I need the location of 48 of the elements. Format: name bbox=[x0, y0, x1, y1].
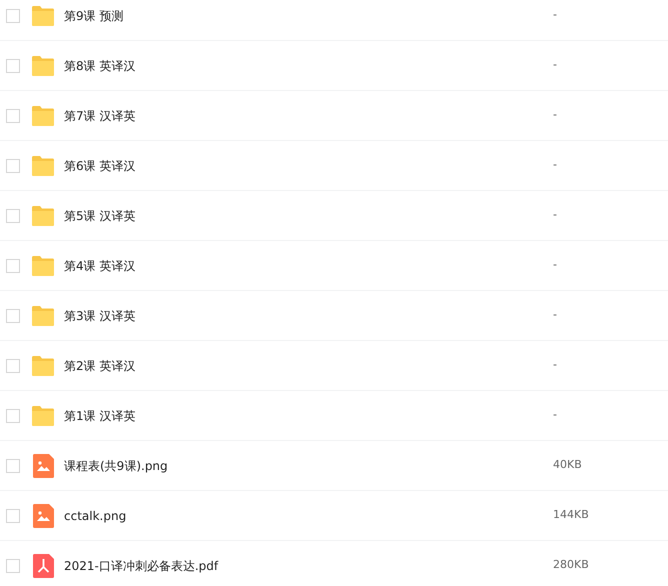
folder-icon bbox=[32, 106, 54, 126]
file-name[interactable]: 第2课 英译汉 bbox=[64, 356, 544, 374]
image-file-icon bbox=[32, 504, 54, 528]
folder-icon bbox=[32, 306, 54, 326]
folder-icon bbox=[32, 206, 54, 226]
row-checkbox[interactable] bbox=[6, 358, 20, 372]
row-checkbox[interactable] bbox=[6, 58, 20, 72]
file-size: - bbox=[553, 357, 557, 374]
file-name[interactable]: 第6课 英译汉 bbox=[64, 156, 544, 174]
file-size: 280KB bbox=[553, 557, 589, 574]
file-size: - bbox=[553, 107, 557, 124]
file-size: 144KB bbox=[553, 507, 589, 524]
file-size: 40KB bbox=[553, 457, 582, 474]
file-name[interactable]: 第4课 英译汉 bbox=[64, 256, 544, 274]
pdf-file-icon bbox=[32, 554, 54, 578]
folder-icon bbox=[32, 406, 54, 426]
row-checkbox[interactable] bbox=[6, 508, 20, 522]
row-checkbox[interactable] bbox=[6, 258, 20, 272]
file-name[interactable]: 第5课 汉译英 bbox=[64, 206, 544, 224]
file-name[interactable]: 第8课 英译汉 bbox=[64, 56, 544, 74]
file-name[interactable]: 2021-口译冲刺必备表达.pdf bbox=[64, 556, 544, 574]
file-size: - bbox=[553, 157, 557, 174]
row-checkbox[interactable] bbox=[6, 558, 20, 572]
row-checkbox[interactable] bbox=[6, 408, 20, 422]
file-size: - bbox=[553, 207, 557, 224]
file-name[interactable]: 第7课 汉译英 bbox=[64, 106, 544, 124]
file-size: - bbox=[553, 7, 557, 24]
image-file-icon bbox=[32, 454, 54, 478]
row-checkbox[interactable] bbox=[6, 208, 20, 222]
folder-icon bbox=[32, 256, 54, 276]
file-size: - bbox=[553, 307, 557, 324]
file-size: - bbox=[553, 57, 557, 74]
row-checkbox[interactable] bbox=[6, 158, 20, 172]
folder-icon bbox=[32, 56, 54, 76]
row-checkbox[interactable] bbox=[6, 308, 20, 322]
file-size: - bbox=[553, 257, 557, 274]
file-name[interactable]: 第1课 汉译英 bbox=[64, 406, 544, 424]
file-name[interactable]: cctalk.png bbox=[64, 506, 544, 524]
file-name[interactable]: 第3课 汉译英 bbox=[64, 306, 544, 324]
row-checkbox[interactable] bbox=[6, 8, 20, 22]
folder-icon bbox=[32, 156, 54, 176]
file-name[interactable]: 第9课 预测 bbox=[64, 6, 544, 24]
folder-icon bbox=[32, 356, 54, 376]
file-name[interactable]: 课程表(共9课).png bbox=[64, 456, 544, 474]
file-size: - bbox=[553, 407, 557, 424]
row-checkbox[interactable] bbox=[6, 108, 20, 122]
folder-icon bbox=[32, 6, 54, 26]
row-checkbox[interactable] bbox=[6, 458, 20, 472]
